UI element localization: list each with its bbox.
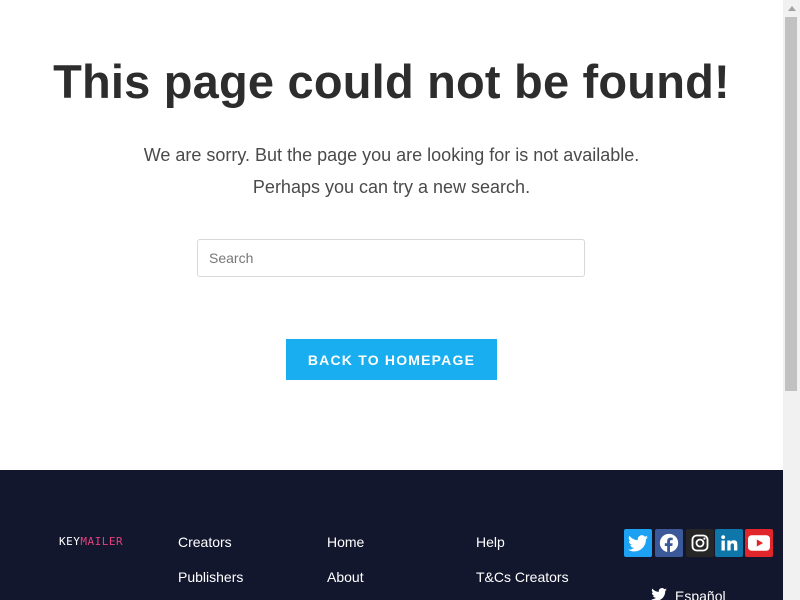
error-message: We are sorry. But the page you are looki… xyxy=(143,145,640,165)
youtube-icon[interactable] xyxy=(745,529,773,557)
language-selector[interactable]: Español xyxy=(651,588,726,600)
footer-logo[interactable]: KEYMAILER xyxy=(59,535,123,548)
footer-link-about[interactable]: About xyxy=(327,569,364,585)
footer-link-help[interactable]: Help xyxy=(476,534,505,550)
logo-text-key: KEY xyxy=(59,535,81,548)
scrollbar-thumb[interactable] xyxy=(785,17,797,391)
twitter-icon[interactable] xyxy=(624,529,652,557)
footer-link-home[interactable]: Home xyxy=(327,534,364,550)
page: This page could not be found! We are sor… xyxy=(0,0,783,600)
twitter-icon xyxy=(651,588,667,600)
footer-link-creators[interactable]: Creators xyxy=(178,534,232,550)
language-label: Español xyxy=(675,588,726,600)
footer-link-tcs-creators[interactable]: T&Cs Creators xyxy=(476,569,569,585)
linkedin-icon[interactable] xyxy=(715,529,743,557)
scroll-up-arrow-icon[interactable] xyxy=(783,0,800,17)
logo-text-mailer: MAILER xyxy=(80,535,124,548)
facebook-icon[interactable] xyxy=(655,529,683,557)
back-to-homepage-button[interactable]: BACK TO HOMEPAGE xyxy=(286,339,497,380)
page-title: This page could not be found! xyxy=(53,55,730,108)
footer-link-publishers[interactable]: Publishers xyxy=(178,569,243,585)
instagram-icon[interactable] xyxy=(686,529,714,557)
main-content: This page could not be found! We are sor… xyxy=(0,0,783,470)
vertical-scrollbar[interactable] xyxy=(783,0,800,600)
search-suggestion: Perhaps you can try a new search. xyxy=(252,177,531,197)
search-input[interactable] xyxy=(197,239,585,277)
footer: KEYMAILER Creators Publishers Home About… xyxy=(0,470,783,600)
